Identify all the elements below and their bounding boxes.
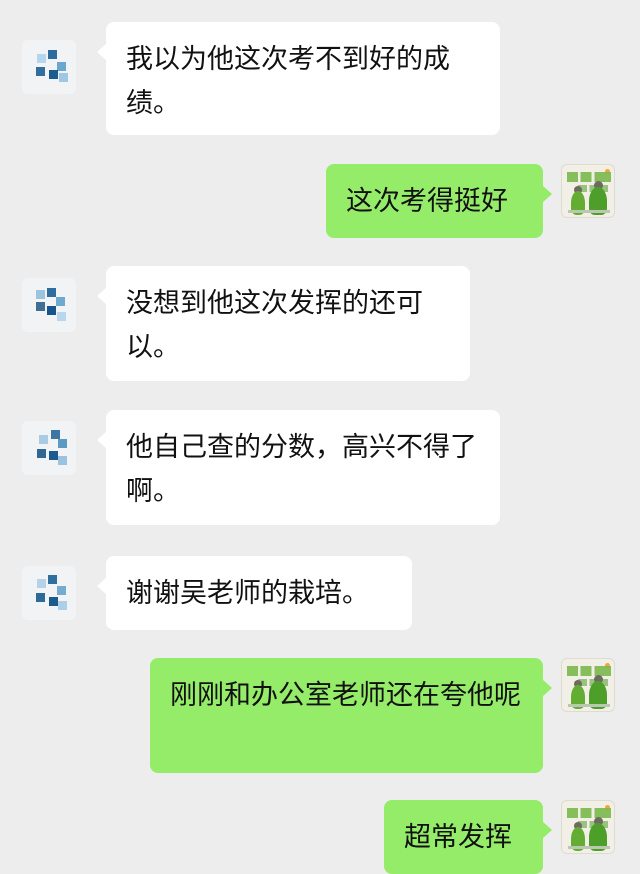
- blurred-avatar-icon[interactable]: [22, 421, 76, 475]
- message-bubble-7[interactable]: 超常发挥: [384, 800, 552, 874]
- poster-avatar-icon[interactable]: [561, 800, 615, 854]
- blurred-avatar-icon[interactable]: [22, 40, 76, 94]
- message-text-3: 没想到他这次发挥的还可以。: [126, 288, 423, 363]
- poster-avatar-art: [562, 801, 614, 853]
- message-bubble-1[interactable]: 我以为他这次考不到好的成绩。: [97, 22, 500, 135]
- blurred-avatar-icon[interactable]: [22, 566, 76, 620]
- message-text-1: 我以为他这次考不到好的成绩。: [126, 44, 450, 119]
- poster-avatar-icon[interactable]: [561, 164, 615, 218]
- message-bubble-5[interactable]: 谢谢吴老师的栽培。: [97, 556, 412, 630]
- message-row-3: 没想到他这次发挥的还可以。: [0, 266, 640, 384]
- blurred-avatar-icon[interactable]: [22, 278, 76, 332]
- message-row-1: 我以为他这次考不到好的成绩。: [0, 22, 640, 137]
- message-row-2: 这次考得挺好: [0, 164, 640, 242]
- message-text-5: 谢谢吴老师的栽培。: [126, 578, 369, 609]
- message-row-5: 谢谢吴老师的栽培。: [0, 556, 640, 631]
- poster-avatar-icon[interactable]: [561, 658, 615, 712]
- chat-thread: 我以为他这次考不到好的成绩。 这次考得挺好 没想到他这次发挥的还可以。 他自己查…: [0, 0, 640, 874]
- message-bubble-4[interactable]: 他自己查的分数，高兴不得了啊。: [97, 410, 500, 525]
- message-text-2: 这次考得挺好: [346, 186, 508, 217]
- message-text-6: 刚刚和办公室老师还在夸他呢: [170, 680, 521, 711]
- poster-avatar-art: [562, 659, 614, 711]
- message-bubble-3[interactable]: 没想到他这次发挥的还可以。: [97, 266, 470, 381]
- message-bubble-6[interactable]: 刚刚和办公室老师还在夸他呢: [150, 658, 552, 773]
- message-row-4: 他自己查的分数，高兴不得了啊。: [0, 410, 640, 527]
- message-row-7: 超常发挥: [0, 800, 640, 874]
- message-text-7: 超常发挥: [404, 822, 512, 853]
- message-bubble-2[interactable]: 这次考得挺好: [326, 164, 552, 238]
- message-text-4: 他自己查的分数，高兴不得了啊。: [126, 432, 477, 507]
- message-row-6: 刚刚和办公室老师还在夸他呢: [0, 658, 640, 776]
- poster-avatar-art: [562, 165, 614, 217]
